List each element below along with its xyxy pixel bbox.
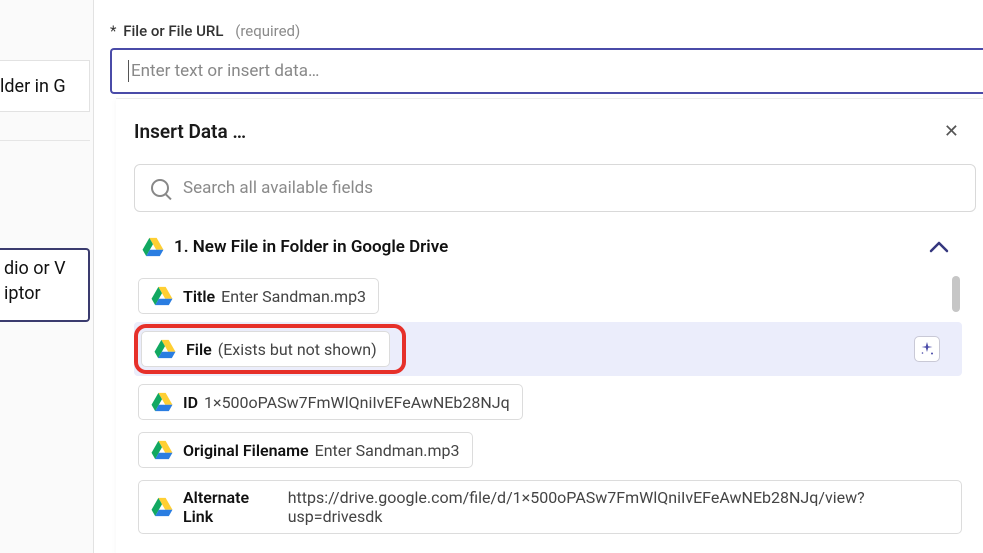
search-placeholder: Search all available fields: [183, 178, 373, 198]
text-cursor: [128, 60, 129, 82]
insert-data-panel: Insert Data … ✕ Search all available fie…: [116, 98, 983, 553]
required-asterisk: *: [110, 22, 116, 40]
field-name: Original Filename: [183, 441, 309, 460]
close-icon[interactable]: ✕: [940, 117, 963, 146]
file-url-placeholder: Enter text or insert data…: [131, 61, 319, 81]
search-icon: [151, 179, 169, 197]
file-url-input[interactable]: Enter text or insert data…: [110, 48, 983, 94]
left-partial-column: lder in G dio or V iptor: [0, 0, 93, 553]
field-item-original-filename[interactable]: Original Filename Enter Sandman.mp3: [138, 432, 473, 468]
field-label-text: File or File URL: [123, 22, 223, 40]
google-drive-icon: [151, 497, 173, 517]
field-item-row-highlighted: File (Exists but not shown): [134, 322, 962, 376]
panel-title: Insert Data …: [134, 120, 246, 143]
chevron-up-icon: [929, 234, 949, 258]
vertical-separator: [93, 0, 94, 553]
field-value: (Exists but not shown): [218, 340, 377, 359]
search-input[interactable]: Search all available fields: [134, 164, 976, 212]
field-item-alternate-link[interactable]: Alternate Link https://drive.google.com/…: [138, 480, 962, 534]
field-value: Enter Sandman.mp3: [221, 287, 366, 306]
left-step-card-2-line1: dio or V: [4, 256, 84, 281]
ai-suggest-button[interactable]: [914, 336, 940, 362]
field-group-title: 1. New File in Folder in Google Drive: [174, 237, 929, 257]
field-value: 1×500oPASw7FmWlQniIvEFeAwNEb28NJq: [204, 393, 510, 412]
field-item-id[interactable]: ID 1×500oPASw7FmWlQniIvEFeAwNEb28NJq: [138, 384, 523, 420]
field-name: File: [186, 340, 212, 359]
annotation-highlight-ring: File (Exists but not shown): [134, 324, 406, 374]
google-drive-icon: [151, 286, 173, 306]
field-value: https://drive.google.com/file/d/1×500oPA…: [288, 488, 949, 526]
left-step-card-2-line2: iptor: [4, 281, 84, 306]
field-item-title[interactable]: Title Enter Sandman.mp3: [138, 278, 379, 314]
field-group-header[interactable]: 1. New File in Folder in Google Drive: [134, 230, 963, 272]
field-value: Enter Sandman.mp3: [315, 441, 460, 460]
left-step-card-1-text: lder in G: [0, 76, 66, 97]
google-drive-icon: [151, 392, 173, 412]
field-label: * File or File URL (required): [110, 22, 983, 40]
google-drive-icon: [142, 237, 164, 257]
field-item-file[interactable]: File (Exists but not shown): [141, 331, 390, 367]
field-name: Alternate Link: [183, 488, 282, 526]
scrollbar-thumb[interactable]: [952, 276, 960, 312]
left-divider: [0, 140, 90, 141]
google-drive-icon: [154, 339, 176, 359]
field-name: Title: [183, 287, 215, 306]
google-drive-icon: [151, 440, 173, 460]
left-step-card-1[interactable]: lder in G: [0, 60, 90, 112]
fields-scroll-area: Title Enter Sandman.mp3 File (Exists but…: [134, 272, 963, 534]
required-hint: (required): [235, 22, 300, 40]
left-step-card-2[interactable]: dio or V iptor: [0, 248, 90, 322]
scrollbar-track[interactable]: [950, 272, 962, 534]
field-name: ID: [183, 393, 198, 412]
